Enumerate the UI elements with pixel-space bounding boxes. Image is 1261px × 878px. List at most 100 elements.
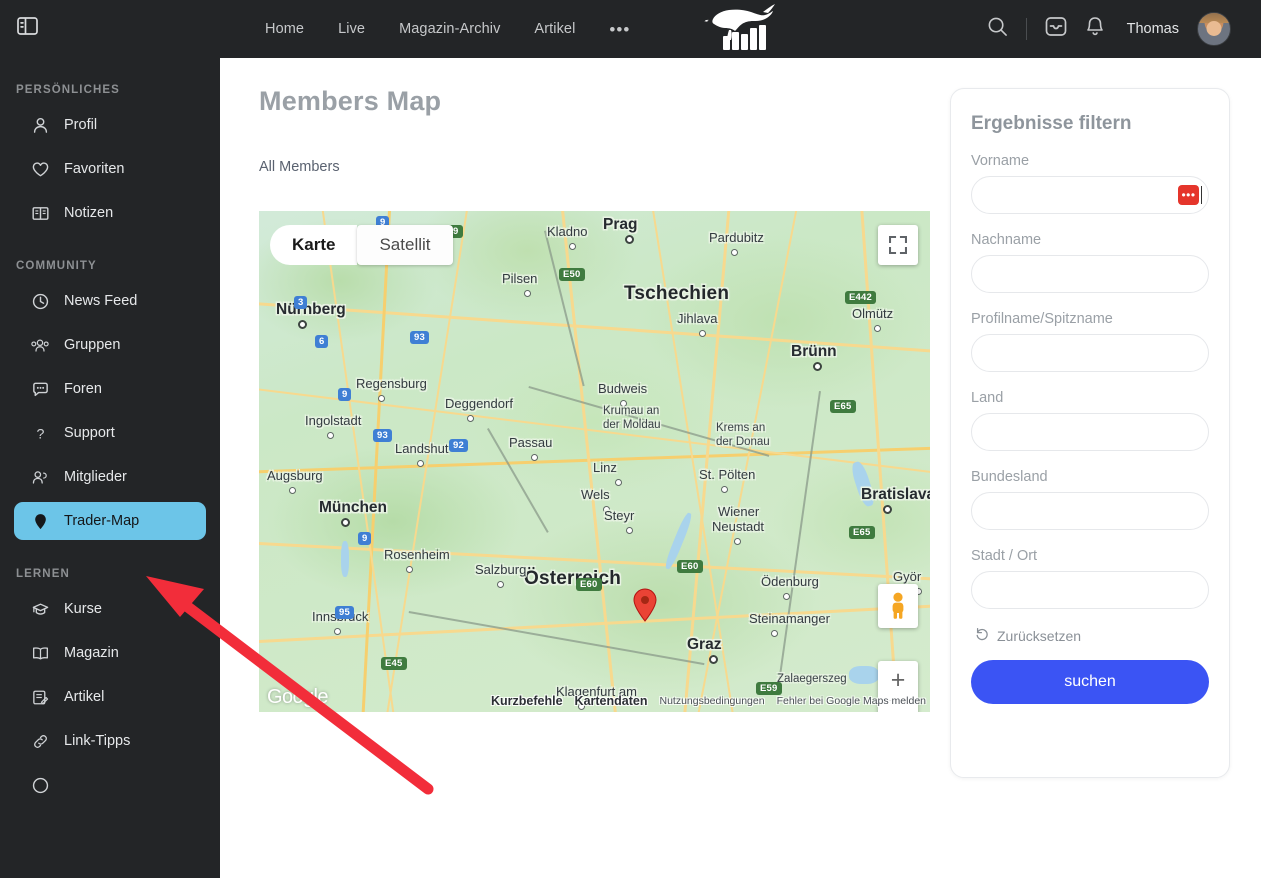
inbox-icon[interactable] (1045, 16, 1067, 42)
map-city-dot (783, 593, 790, 600)
map-city-label: Krumau an (603, 405, 660, 417)
sidebar-item-cut-off[interactable] (14, 766, 206, 804)
avatar[interactable] (1197, 12, 1231, 46)
members-icon (30, 467, 50, 487)
map-type-karte[interactable]: Karte (270, 225, 358, 265)
sidebar-item-mitglieder[interactable]: Mitglieder (14, 458, 206, 496)
search-button[interactable]: suchen (971, 660, 1209, 704)
search-icon[interactable] (987, 16, 1008, 42)
map-city-label: Wels (581, 487, 610, 502)
password-manager-badge[interactable]: ••• (1178, 185, 1199, 205)
map-city-dot (334, 628, 341, 635)
sidebar-item-label: Link-Tipps (64, 733, 131, 749)
sidebar-item-notizen[interactable]: Notizen (14, 194, 206, 232)
stadt-ort-input[interactable] (971, 571, 1209, 609)
map-city-label: Passau (509, 435, 553, 450)
map-city-label: Kladno (547, 224, 588, 239)
sidebar-toggle-icon[interactable] (12, 11, 42, 41)
map-city-dot (524, 290, 531, 297)
attribution-fehler-melden[interactable]: Fehler bei Google Maps melden (777, 695, 926, 707)
map-city-dot (298, 320, 307, 329)
map-city-dot (497, 581, 504, 588)
field-wrap-profilname (971, 334, 1209, 372)
nav-item-home[interactable]: Home (265, 21, 304, 37)
graduation-cap-icon (30, 599, 50, 619)
vorname-input[interactable] (971, 176, 1209, 214)
nav-item-artikel[interactable]: Artikel (534, 21, 575, 37)
map-pin-icon (30, 511, 50, 531)
clock-icon (30, 291, 50, 311)
reset-filters-button[interactable]: Zurücksetzen (975, 627, 1209, 644)
map-city-dot (327, 432, 334, 439)
sidebar-item-link-tipps[interactable]: Link-Tipps (14, 722, 206, 760)
map-city-dot (417, 460, 424, 467)
map-city-dot (406, 566, 413, 573)
user-name-label[interactable]: Thomas (1127, 21, 1179, 37)
sidebar-item-foren[interactable]: Foren (14, 370, 206, 408)
page-title: Members Map (259, 86, 442, 116)
map-city-label: Ödenburg (761, 574, 819, 589)
nav-item-magazin-archiv[interactable]: Magazin-Archiv (399, 21, 500, 37)
map-city-dot (771, 630, 778, 637)
map-route-shield: 3 (294, 296, 308, 309)
fullscreen-icon[interactable] (878, 225, 918, 265)
undo-icon (975, 627, 989, 644)
top-bar-actions: Thomas (987, 0, 1231, 58)
map-city-dot (731, 249, 738, 256)
sidebar-item-magazin[interactable]: Magazin (14, 634, 206, 672)
members-map[interactable]: Karte Satellit + Tschechien Österreich P… (259, 211, 930, 712)
map-route-shield: 6 (315, 335, 329, 348)
sidebar-item-support[interactable]: ? Support (14, 414, 206, 452)
map-city-label: Pilsen (502, 271, 538, 286)
sidebar-item-news-feed[interactable]: News Feed (14, 282, 206, 320)
map-route-shield: 92 (449, 439, 468, 452)
nav-item-live[interactable]: Live (338, 21, 365, 37)
map-water (341, 541, 349, 577)
pegman-street-view-icon[interactable] (878, 584, 918, 628)
sidebar-item-profil[interactable]: Profil (14, 106, 206, 144)
map-city-label: Nürnberg (276, 301, 346, 318)
sidebar-item-label: Mitglieder (64, 469, 127, 485)
map-route-shield: 95 (335, 606, 354, 619)
svg-text:?: ? (36, 426, 44, 442)
map-city-dot (734, 538, 741, 545)
field-label-profilname: Profilname/Spitzname (971, 311, 1113, 327)
map-country-label: Österreich (524, 568, 622, 589)
brand-logo[interactable] (700, 2, 788, 54)
map-city-label: Steyr (604, 508, 635, 523)
map-city-label: Zalaegerszeg (777, 673, 847, 685)
sidebar-group-title-lernen: LERNEN (16, 568, 70, 580)
sidebar-item-label: Kurse (64, 601, 102, 617)
map-city-label: Györ (893, 569, 922, 584)
bell-icon[interactable] (1085, 16, 1105, 42)
marker-ingolstadt[interactable] (633, 588, 657, 622)
map-route-shield: E60 (677, 560, 703, 573)
chat-icon (30, 379, 50, 399)
sidebar-item-favoriten[interactable]: Favoriten (14, 150, 206, 188)
sidebar-item-artikel[interactable]: Artikel (14, 678, 206, 716)
map-city-label: Krems an (716, 422, 766, 434)
map-city-dot (615, 479, 622, 486)
sidebar-item-trader-map[interactable]: Trader-Map (14, 502, 206, 540)
map-type-satellit[interactable]: Satellit (357, 225, 453, 265)
filter-panel-title: Ergebnisse filtern (971, 113, 1132, 134)
nav-more-icon[interactable]: ••• (609, 21, 630, 38)
toolbar-divider (1025, 18, 1027, 40)
profilname-input[interactable] (971, 334, 1209, 372)
field-wrap-vorname: ••• (971, 176, 1209, 214)
map-city-dot (467, 415, 474, 422)
attribution-nutzungsbedingungen[interactable]: Nutzungsbedingungen (659, 695, 764, 707)
sidebar-item-label: Support (64, 425, 115, 441)
bundesland-input[interactable] (971, 492, 1209, 530)
attribution-kurzbefehle[interactable]: Kurzbefehle (491, 694, 563, 708)
app-root: Home Live Magazin-Archiv Artikel ••• Tho… (0, 0, 1261, 878)
sidebar-item-kurse[interactable]: Kurse (14, 590, 206, 628)
sidebar-item-gruppen[interactable]: Gruppen (14, 326, 206, 364)
heart-icon (30, 159, 50, 179)
attribution-kartendaten[interactable]: Kartendaten (575, 694, 648, 708)
land-input[interactable] (971, 413, 1209, 451)
map-city-dot (531, 454, 538, 461)
nachname-input[interactable] (971, 255, 1209, 293)
map-city-label: Budweis (598, 381, 648, 396)
field-wrap-stadt-ort (971, 571, 1209, 609)
